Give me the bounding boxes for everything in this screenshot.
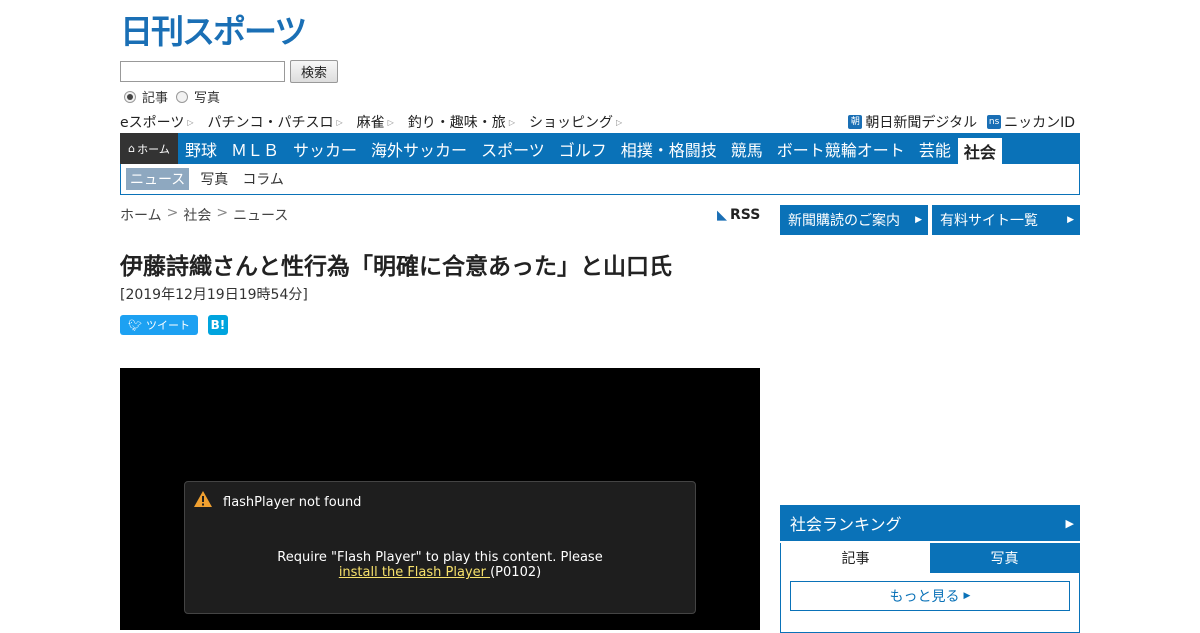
share-buttons: 🐦︎ ツイート B! bbox=[120, 315, 228, 335]
util-link-fishing[interactable]: 釣り・趣味・旅 ▷ bbox=[408, 112, 515, 132]
home-icon: ⌂ bbox=[128, 142, 136, 155]
arrow-right-icon: ▶ bbox=[963, 591, 971, 601]
nav-mlb[interactable]: ＭＬＢ bbox=[224, 133, 286, 164]
search-button[interactable]: 検索 bbox=[290, 60, 339, 83]
svg-text:日刊スポーツ: 日刊スポーツ bbox=[120, 12, 305, 48]
nav-sumo[interactable]: 相撲・格闘技 bbox=[614, 133, 724, 164]
rss-icon: ◣ bbox=[717, 207, 727, 223]
radio-photo-label: 写真 bbox=[194, 91, 221, 106]
ranking-body: 記事 写真 もっと見る ▶ bbox=[780, 543, 1080, 633]
breadcrumb-sep: > bbox=[216, 205, 229, 221]
rss-link[interactable]: ◣ RSS bbox=[717, 207, 760, 223]
subnav-column[interactable]: コラム bbox=[239, 169, 287, 189]
nav-baseball[interactable]: 野球 bbox=[178, 133, 224, 164]
nav-boat[interactable]: ボート競輪オート bbox=[770, 133, 912, 164]
nav-society[interactable]: 社会 bbox=[957, 138, 1002, 164]
breadcrumb-home[interactable]: ホーム bbox=[120, 205, 162, 225]
asahi-digital-link[interactable]: 朝 朝日新聞デジタル bbox=[848, 112, 977, 132]
util-link-pachinko[interactable]: パチンコ・パチスロ ▷ bbox=[208, 112, 343, 132]
sub-nav: ニュース 写真 コラム bbox=[120, 164, 1080, 195]
arrow-right-icon: ▶ bbox=[915, 215, 922, 225]
util-link-shopping[interactable]: ショッピング ▷ bbox=[529, 112, 622, 132]
search-form: 検索 記事 写真 bbox=[120, 60, 360, 106]
radio-photo[interactable] bbox=[176, 90, 189, 103]
article-date: [2019年12月19日19時54分] bbox=[120, 287, 308, 303]
util-link-esports[interactable]: eスポーツ ▷ bbox=[120, 112, 194, 132]
ranking-tab-article[interactable]: 記事 bbox=[781, 543, 930, 573]
sidebar-buttons: 新聞購読のご案内 ▶ 有料サイト一覧 ▶ bbox=[780, 205, 1084, 235]
flash-error-title: flashPlayer not found bbox=[223, 495, 362, 510]
breadcrumb: ホーム > 社会 > ニュース bbox=[120, 205, 288, 225]
asahi-icon: 朝 bbox=[848, 115, 863, 129]
subscription-button[interactable]: 新聞購読のご案内 ▶ bbox=[780, 205, 928, 235]
breadcrumb-section[interactable]: 社会 bbox=[183, 205, 211, 225]
twitter-icon: 🐦︎ bbox=[128, 318, 142, 332]
nav-world-soccer[interactable]: 海外サッカー bbox=[364, 133, 474, 164]
more-button[interactable]: もっと見る ▶ bbox=[790, 581, 1070, 611]
breadcrumb-sep: > bbox=[166, 205, 179, 221]
radio-article-label: 記事 bbox=[142, 91, 169, 106]
main-nav: ⌂ ホーム 野球 ＭＬＢ サッカー 海外サッカー スポーツ ゴルフ 相撲・格闘技… bbox=[120, 133, 1080, 164]
install-flash-link[interactable]: install the Flash Player bbox=[339, 565, 490, 580]
subnav-photo[interactable]: 写真 bbox=[197, 169, 231, 189]
ranking-tab-photo[interactable]: 写真 bbox=[930, 543, 1079, 573]
nav-keiba[interactable]: 競馬 bbox=[724, 133, 770, 164]
article-title: 伊藤詩織さんと性行為「明確に合意あった」と山口氏 bbox=[120, 254, 672, 280]
paid-sites-button[interactable]: 有料サイト一覧 ▶ bbox=[932, 205, 1080, 235]
nav-home[interactable]: ⌂ ホーム bbox=[120, 133, 178, 164]
flash-error-message: Require "Flash Player" to play this cont… bbox=[277, 550, 603, 580]
breadcrumb-current: ニュース bbox=[233, 208, 289, 224]
nav-golf[interactable]: ゴルフ bbox=[552, 133, 614, 164]
subnav-news[interactable]: ニュース bbox=[126, 168, 190, 190]
search-input[interactable] bbox=[120, 61, 285, 82]
site-logo[interactable]: 日刊スポーツ bbox=[120, 12, 320, 48]
radio-article[interactable] bbox=[124, 90, 136, 103]
flash-error-dialog: flashPlayer not found Require "Flash Pla… bbox=[184, 481, 696, 614]
utility-links: eスポーツ ▷ パチンコ・パチスロ ▷ 麻雀 ▷ 釣り・趣味・旅 ▷ ショッピング ▷ 朝… bbox=[120, 112, 1080, 132]
video-player[interactable]: flashPlayer not found Require "Flash Pla… bbox=[120, 368, 760, 630]
nav-soccer[interactable]: サッカー bbox=[286, 133, 364, 164]
hatena-bookmark-button[interactable]: B! bbox=[207, 315, 228, 335]
nikkan-id-link[interactable]: ns ニッカンID bbox=[987, 112, 1075, 132]
util-link-mahjong[interactable]: 麻雀 ▷ bbox=[357, 112, 394, 132]
tweet-button[interactable]: 🐦︎ ツイート bbox=[120, 315, 198, 335]
arrow-right-icon: ▶ bbox=[1065, 516, 1074, 530]
arrow-right-icon: ▶ bbox=[1067, 215, 1074, 225]
warning-icon bbox=[194, 491, 212, 507]
nav-sports[interactable]: スポーツ bbox=[474, 133, 552, 164]
society-ranking: 社会ランキング ▶ 記事 写真 もっと見る ▶ bbox=[780, 505, 1080, 633]
nav-geino[interactable]: 芸能 bbox=[912, 133, 958, 164]
nikkan-id-icon: ns bbox=[987, 115, 1002, 129]
ranking-header[interactable]: 社会ランキング ▶ bbox=[780, 505, 1080, 541]
